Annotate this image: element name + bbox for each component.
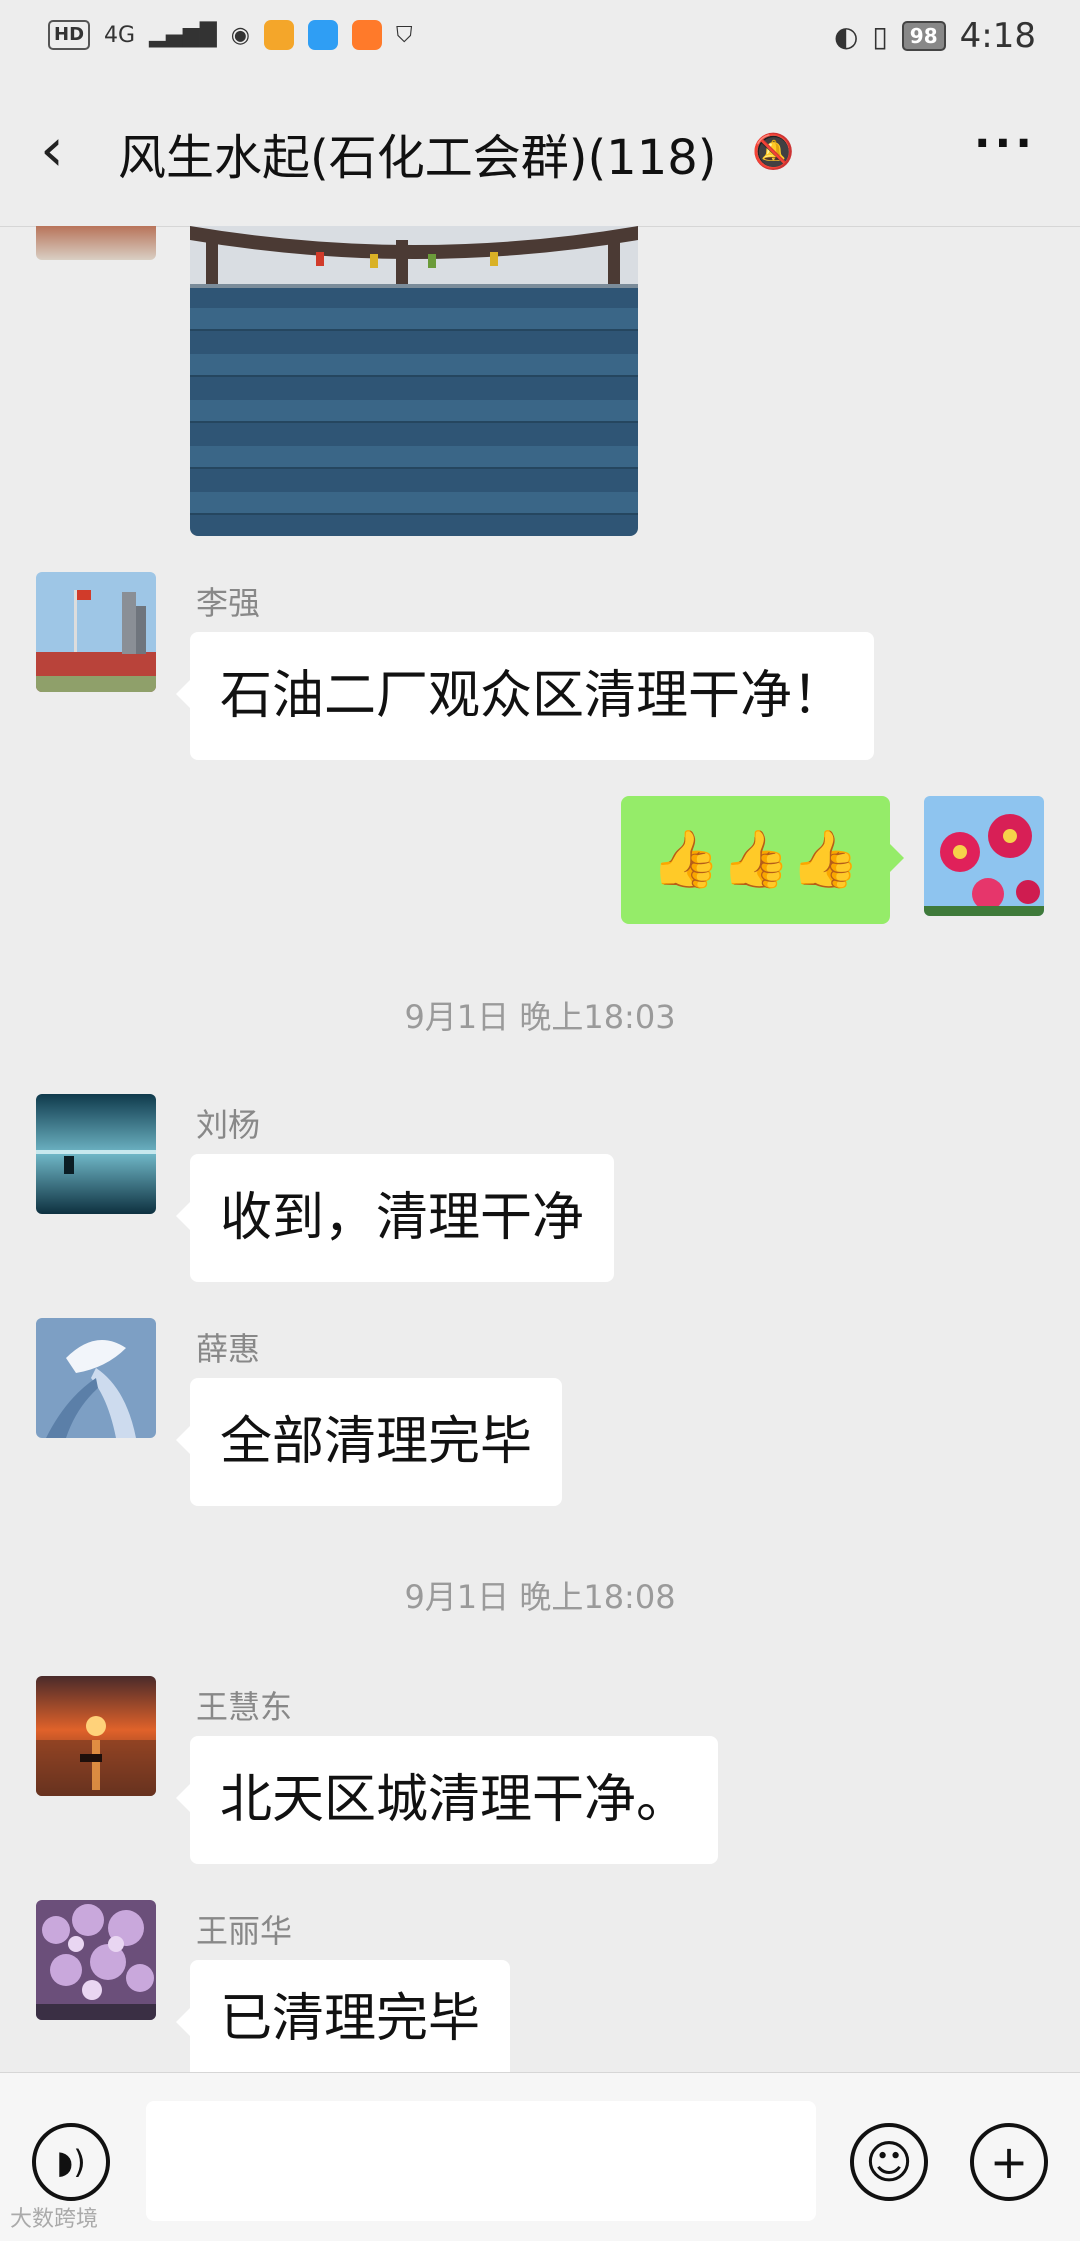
vibrate-icon: ▯	[872, 19, 888, 53]
avatar[interactable]	[36, 226, 156, 260]
app-icon	[351, 20, 382, 50]
avatar-self[interactable]	[924, 796, 1044, 916]
message-bubble[interactable]: 已清理完毕	[175, 1960, 511, 2072]
avatar-image	[36, 1676, 156, 1796]
message-bubble[interactable]: 全部清理完毕	[175, 1378, 563, 1506]
avatar[interactable]	[36, 572, 156, 692]
message-bubble-outgoing[interactable]: 👍👍👍	[620, 796, 905, 924]
avatar[interactable]	[36, 1676, 156, 1796]
message-image[interactable]	[190, 226, 638, 536]
network-label: 4G	[104, 22, 136, 48]
chat-title[interactable]: 风生水起(石化工会群)(118)	[118, 118, 717, 188]
avatar-image	[924, 796, 1044, 916]
message-input[interactable]	[146, 2101, 816, 2221]
input-bar: ◗) ☺ + 大数跨境	[0, 2072, 1080, 2241]
sender-name: 刘杨	[196, 1106, 261, 1144]
stadium-photo	[190, 226, 638, 536]
status-right: ◐ ▯ 98 4:18	[834, 16, 1036, 56]
avatar[interactable]	[36, 1900, 156, 2020]
chat-header: ‹ 风生水起(石化工会群)(118) 🔕 ···	[0, 80, 1080, 227]
battery-indicator: 98	[901, 21, 946, 51]
status-left: HD 4G ▂▄▆█ ◉ ⛉	[48, 20, 412, 50]
avatar-image	[36, 1900, 156, 2020]
timestamp: 9月1日 晚上18:03	[404, 998, 676, 1036]
globe-icon: ◉	[230, 22, 250, 48]
avatar-image	[36, 1094, 156, 1214]
emoji-icon[interactable]: ☺	[850, 2123, 928, 2201]
status-bar: HD 4G ▂▄▆█ ◉ ⛉ ◐ ▯ 98 4:18	[0, 0, 1080, 80]
clock: 4:18	[959, 16, 1036, 56]
signal-icon: ▂▄▆█	[149, 22, 217, 48]
avatar[interactable]	[36, 1094, 156, 1214]
timestamp: 9月1日 晚上18:08	[404, 1578, 676, 1616]
message-bubble[interactable]: 北天区城清理干净。	[175, 1736, 719, 1864]
sender-name: 王丽华	[196, 1912, 293, 1950]
avatar-image	[36, 1318, 156, 1438]
voice-icon[interactable]: ◗)	[32, 2123, 110, 2201]
shield-icon: ⛉	[395, 22, 413, 48]
avatar-image	[36, 572, 156, 692]
data-saver-icon: ◐	[833, 19, 859, 53]
message-bubble[interactable]: 石油二厂观众区清理干净！	[175, 632, 875, 760]
app-icon	[263, 20, 294, 50]
hd-badge: HD	[48, 20, 91, 50]
more-dots-icon[interactable]: ···	[974, 118, 1036, 169]
plus-icon[interactable]: +	[970, 2123, 1048, 2201]
watermark: 大数跨境	[10, 2207, 99, 2232]
bell-off-icon: 🔕	[752, 132, 795, 172]
chevron-left-icon[interactable]: ‹	[40, 120, 64, 180]
sender-name: 李强	[196, 584, 261, 622]
app-icon	[307, 20, 338, 50]
sender-name: 王慧东	[196, 1688, 293, 1726]
sender-name: 薛惠	[196, 1330, 261, 1368]
avatar[interactable]	[36, 1318, 156, 1438]
message-bubble[interactable]: 收到，清理干净	[175, 1154, 615, 1282]
